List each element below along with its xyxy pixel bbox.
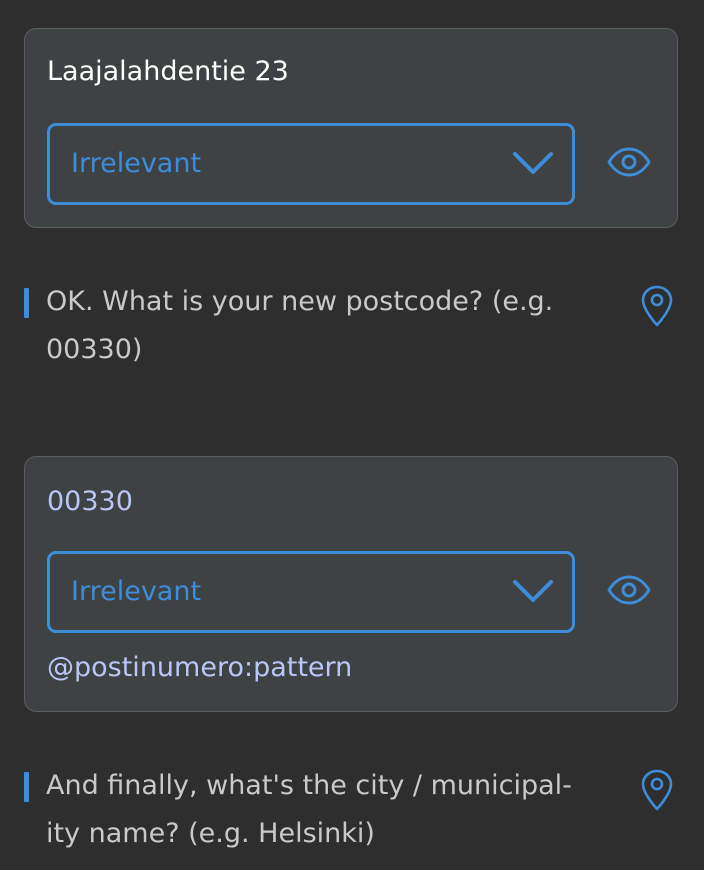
intent-select[interactable]: Irrelevant	[47, 123, 575, 205]
map-pin-icon[interactable]	[640, 768, 674, 812]
bot-message-line: And finally, what's the city / municipal…	[46, 770, 572, 801]
bot-message-marker	[24, 772, 29, 802]
user-message-text: 00330	[47, 486, 133, 517]
bot-message-text: And finally, what's the city / municipal…	[46, 762, 606, 858]
bot-message-line: ity name? (e.g. Helsinki)	[46, 818, 375, 849]
bot-message-text: OK. What is your new postcode? (e.g. 003…	[46, 286, 554, 365]
eye-icon[interactable]	[607, 575, 651, 605]
eye-icon[interactable]	[607, 147, 651, 177]
intent-select[interactable]: Irrelevant	[47, 551, 575, 633]
bot-message-marker	[24, 288, 29, 318]
map-pin-icon[interactable]	[640, 284, 674, 328]
user-message-text: Laajalahdentie 23	[47, 56, 289, 87]
chevron-down-icon	[513, 580, 553, 602]
entity-pattern-label: @postinumero:pattern	[47, 652, 353, 683]
chevron-down-icon	[513, 152, 553, 174]
user-message-card: 00330 Irrelevant @postinumero:pattern	[24, 456, 678, 712]
user-message-card: Laajalahdentie 23 Irrelevant	[24, 28, 678, 228]
intent-select-value: Irrelevant	[71, 576, 202, 607]
intent-select-value: Irrelevant	[71, 148, 202, 179]
